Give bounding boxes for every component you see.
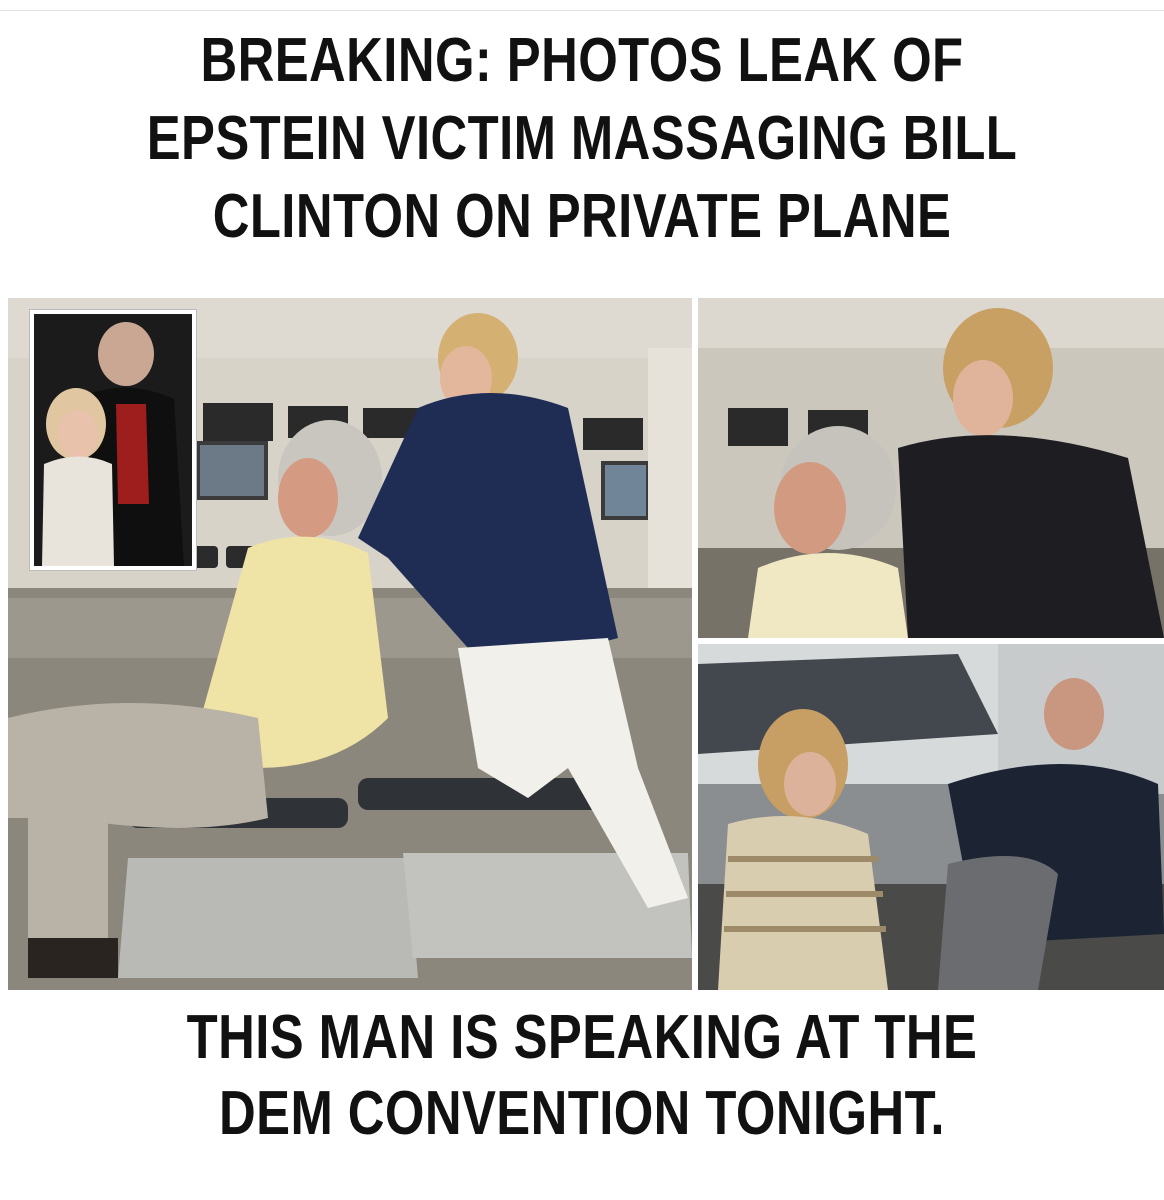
top-divider [0, 10, 1164, 11]
headline-line-1: BREAKING: PHOTOS LEAK OF [200, 26, 964, 95]
footer-caption-line-1: THIS MAN IS SPEAKING AT THE [186, 1003, 978, 1072]
photo-main-massage-scene [8, 298, 692, 990]
headline-line-2: EPSTEIN VICTIM MASSAGING BILL [146, 104, 1018, 173]
photo-bottom-right-outdoor-scene [698, 644, 1164, 990]
headline: BREAKING: PHOTOS LEAK OF EPSTEIN VICTIM … [105, 22, 1059, 256]
headline-line-3: CLINTON ON PRIVATE PLANE [212, 182, 952, 251]
photo-top-right-image [698, 298, 1164, 638]
photo-collage [0, 296, 1164, 992]
photo-inset-portrait [30, 310, 196, 570]
footer-caption: THIS MAN IS SPEAKING AT THE DEM CONVENTI… [105, 1000, 1059, 1152]
footer-caption-line-2: DEM CONVENTION TONIGHT. [219, 1079, 945, 1148]
photo-top-right-massage-closeup [698, 298, 1164, 638]
photo-inset-image [34, 314, 192, 566]
photo-bottom-right-image [698, 644, 1164, 990]
